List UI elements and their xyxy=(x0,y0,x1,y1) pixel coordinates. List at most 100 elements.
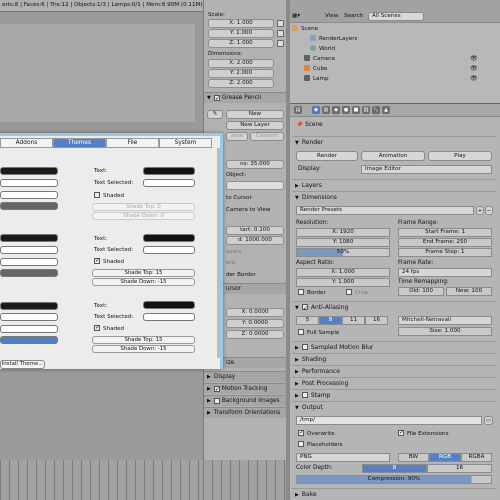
pin-icon[interactable]: 📌 xyxy=(296,122,303,128)
outliner-row-cube[interactable]: Cube xyxy=(304,65,327,74)
eye-icon[interactable]: 👁 xyxy=(470,65,478,72)
motion-blur-checkbox[interactable] xyxy=(301,344,311,351)
display-header[interactable]: ▶ Display xyxy=(204,371,287,382)
text-selected-color-swatch[interactable] xyxy=(143,179,195,187)
convert-button[interactable]: Convert xyxy=(250,132,284,141)
aa-samples-5[interactable]: 5 xyxy=(296,316,319,325)
lock-to-cursor[interactable]: to Cursor xyxy=(226,195,252,201)
lock-camera-to-view[interactable]: Camera to View xyxy=(226,207,270,213)
scene-context-icon[interactable]: ◆ xyxy=(332,106,340,114)
object-context-icon[interactable]: ■ xyxy=(352,106,360,114)
shade-top-field[interactable]: Shade Top: 0 xyxy=(92,203,195,211)
render-presets-dropdown[interactable]: Render Presets xyxy=(296,206,474,215)
aa-size-field[interactable]: Size: 1.000 xyxy=(398,327,492,336)
inner-selected-color-swatch[interactable] xyxy=(0,191,58,199)
sampled-motion-blur-header[interactable]: ▶ Sampled Motion Blur xyxy=(292,341,496,352)
new-layer-button[interactable]: New Layer xyxy=(226,121,284,130)
outliner-row-camera[interactable]: Camera xyxy=(304,55,335,64)
outline-color-swatch[interactable] xyxy=(0,302,58,310)
world-context-icon[interactable]: ● xyxy=(342,106,350,114)
lock-object-field[interactable] xyxy=(226,181,284,190)
color-mode-bw[interactable]: BW xyxy=(398,453,429,462)
shaded-checkbox[interactable]: Shaded xyxy=(94,324,124,332)
frame-step-field[interactable]: Frame Step: 1 xyxy=(398,248,492,257)
shade-down-field[interactable]: Shade Down: 0 xyxy=(92,212,195,220)
layers-context-icon[interactable]: ▥ xyxy=(322,106,330,114)
start-frame-field[interactable]: Start Frame: 1 xyxy=(398,228,492,237)
editor-type-icon[interactable]: ▤ xyxy=(294,106,302,114)
modifiers-context-icon[interactable]: 🔧 xyxy=(372,106,380,114)
inner-color-swatch[interactable] xyxy=(0,313,58,321)
scale-y-field[interactable]: Y: 1.000 xyxy=(208,29,274,38)
aspect-y-field[interactable]: Y: 1.000 xyxy=(296,278,390,287)
placeholders-checkbox[interactable]: Placeholders xyxy=(298,441,343,448)
cursor-x-field[interactable]: X: 0.0000 xyxy=(226,308,284,317)
color-depth-16[interactable]: 16 xyxy=(427,464,492,473)
install-theme-button[interactable]: Install Theme... xyxy=(0,360,45,369)
bake-header[interactable]: ▶ Bake xyxy=(292,488,496,499)
performance-header[interactable]: ▶ Performance xyxy=(292,365,496,376)
time-old-field[interactable]: Old: 100 xyxy=(398,287,444,296)
pencil-icon[interactable]: ✎ xyxy=(207,110,223,119)
tab-addons[interactable]: Addons xyxy=(0,138,53,148)
clip-end-field[interactable]: d: 1000.000 xyxy=(226,236,284,245)
file-format-dropdown[interactable]: PNG xyxy=(296,453,390,462)
overwrite-checkbox[interactable]: Overwrite xyxy=(298,429,335,437)
shading-header[interactable]: ▶ Shading xyxy=(292,353,496,364)
item-color-swatch[interactable] xyxy=(0,202,58,210)
text-selected-color-swatch[interactable] xyxy=(143,313,195,321)
outline-color-swatch[interactable] xyxy=(0,234,58,242)
dimensions-z-field[interactable]: Z: 2.000 xyxy=(208,79,274,88)
dimensions-x-field[interactable]: X: 2.000 xyxy=(208,59,274,68)
resolution-x-field[interactable]: X: 1920 xyxy=(296,228,390,237)
shaded-checkbox[interactable]: Shaded xyxy=(94,257,124,265)
outliner-editor-icon[interactable]: ▦▾ xyxy=(292,13,300,19)
aa-samples-11[interactable]: 11 xyxy=(342,316,365,325)
aa-samples-16[interactable]: 16 xyxy=(365,316,388,325)
search-menu[interactable]: Search xyxy=(344,13,363,19)
anti-aliasing-checkbox[interactable] xyxy=(301,303,311,314)
post-processing-header[interactable]: ▶ Post Processing xyxy=(292,377,496,388)
color-mode-rgba[interactable]: RGBA xyxy=(461,453,492,462)
grease-pencil-checkbox[interactable] xyxy=(213,94,220,104)
display-mode-dropdown[interactable]: All Scenes xyxy=(368,12,424,21)
item-color-swatch[interactable] xyxy=(0,336,58,344)
render-panel-header[interactable]: ▼ Render xyxy=(292,136,496,147)
inner-selected-color-swatch[interactable] xyxy=(0,325,58,333)
remove-preset-icon[interactable]: − xyxy=(485,206,493,215)
cursor-z-field[interactable]: Z: 0.0000 xyxy=(226,330,284,339)
stamp-checkbox[interactable] xyxy=(301,392,311,399)
shade-top-field[interactable]: Shade Top: 15 xyxy=(92,269,195,277)
eye-icon[interactable]: 👁 xyxy=(470,75,478,82)
crop-checkbox[interactable]: Crop xyxy=(346,289,368,296)
text-selected-color-swatch[interactable] xyxy=(143,246,195,254)
dimensions-header[interactable]: ▼ Dimensions xyxy=(292,191,496,202)
tab-themes[interactable]: Themes xyxy=(53,138,106,148)
output-path-field[interactable]: /tmp/ xyxy=(296,416,482,425)
frame-rate-dropdown[interactable]: 24 fps xyxy=(398,268,492,277)
resolution-percentage-slider[interactable]: 50% xyxy=(296,248,390,257)
add-preset-icon[interactable]: + xyxy=(476,206,484,215)
render-button[interactable]: Render xyxy=(296,151,358,161)
motion-tracking-checkbox[interactable] xyxy=(213,385,220,395)
frame-button[interactable]: ame xyxy=(226,132,248,141)
compression-slider[interactable]: Compression: 90% xyxy=(296,475,492,484)
render-context-icon[interactable]: ◉ xyxy=(312,106,320,114)
motion-tracking-header[interactable]: ▶ Motion Tracking xyxy=(204,383,287,395)
inner-selected-color-swatch[interactable] xyxy=(0,258,58,266)
display-dropdown[interactable]: Image Editor xyxy=(361,165,492,174)
lock-icon[interactable] xyxy=(277,40,284,47)
preferences-scrollbar[interactable] xyxy=(217,148,220,358)
text-color-swatch[interactable] xyxy=(143,301,195,309)
shaded-checkbox[interactable]: Shaded xyxy=(94,192,124,199)
inner-color-swatch[interactable] xyxy=(0,179,58,187)
shade-down-field[interactable]: Shade Down: -15 xyxy=(92,345,195,353)
background-images-checkbox[interactable] xyxy=(213,397,220,404)
clip-start-field[interactable]: tart: 0.100 xyxy=(226,226,284,235)
aa-filter-dropdown[interactable]: Mitchell-Netravali xyxy=(398,316,492,325)
end-frame-field[interactable]: End Frame: 250 xyxy=(398,238,492,247)
play-button[interactable]: Play xyxy=(428,151,492,161)
lock-icon[interactable] xyxy=(277,30,284,37)
layers-header[interactable]: ▶ Layers xyxy=(292,179,496,190)
view-menu[interactable]: View xyxy=(325,13,338,19)
